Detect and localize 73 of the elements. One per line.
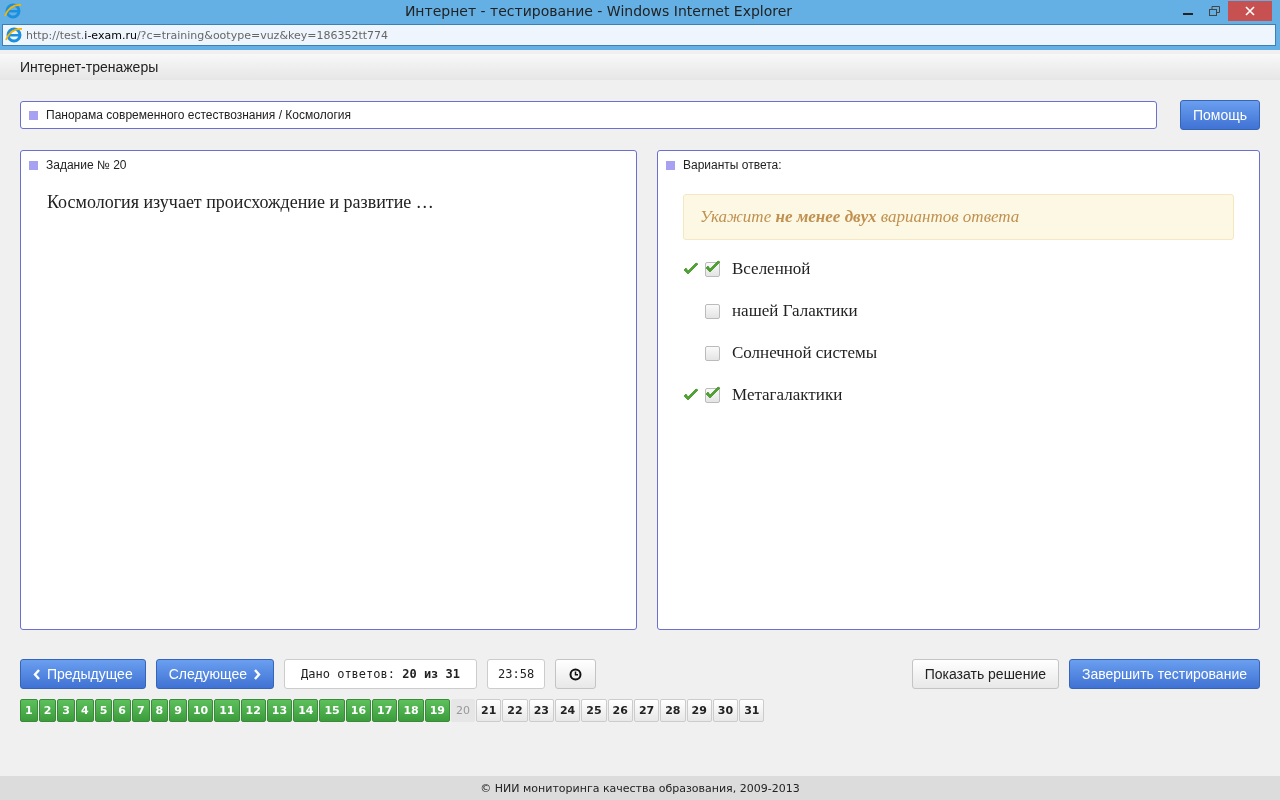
close-icon (1245, 6, 1255, 16)
page-number-button[interactable]: 31 (739, 699, 765, 722)
square-bullet-icon (666, 160, 675, 170)
page-number-button[interactable]: 2 (38, 699, 57, 722)
checkbox[interactable] (705, 387, 720, 403)
page-number-button[interactable]: 20 (451, 699, 476, 722)
page-number-button[interactable]: 25 (581, 699, 607, 722)
page-number-button[interactable]: 21 (476, 699, 502, 722)
check-icon (683, 262, 699, 276)
page-number-button[interactable]: 26 (607, 699, 633, 722)
page-number-button[interactable]: 8 (150, 699, 169, 722)
timer: 23:58 (487, 659, 546, 689)
site-title[interactable]: Интернет-тренажеры (20, 59, 159, 75)
page-number-button[interactable]: 30 (712, 699, 739, 722)
option-label[interactable]: Метагалактики (732, 385, 843, 405)
checkbox[interactable] (705, 261, 720, 277)
url-text: http://test.i-exam.ru/?c=training&ootype=vuz&key=186352tt774 (26, 28, 389, 42)
restore-icon[interactable] (1209, 6, 1220, 16)
page-number-button[interactable]: 12 (240, 699, 266, 722)
window-title: Интернет - тестирование - Windows Internet Explorer (403, 3, 794, 19)
browser-logo-icon (4, 2, 22, 20)
show-solution-button[interactable]: Показать решение (911, 659, 1059, 689)
page-number-button[interactable]: 6 (113, 699, 131, 722)
close-button[interactable] (1228, 1, 1272, 21)
page-number-button[interactable]: 1 (20, 699, 38, 722)
page-icon (5, 26, 23, 44)
checkmark-icon (705, 385, 721, 400)
chevron-right-icon (253, 668, 262, 680)
clock-icon (569, 667, 583, 681)
page-number-button[interactable]: 4 (75, 699, 94, 722)
check-icon (683, 388, 699, 402)
page-number-button[interactable]: 19 (424, 699, 451, 722)
chevron-left-icon (33, 668, 41, 680)
page-number-button[interactable]: 29 (686, 699, 712, 722)
counter-label: Дано ответов: (301, 667, 396, 681)
copyright-text: © НИИ мониторинга качества образования, 2009-2013 (480, 781, 800, 795)
page-number-button[interactable]: 24 (554, 699, 581, 722)
task-title: Задание № 20 (46, 158, 127, 172)
page-number-button[interactable]: 27 (633, 699, 660, 722)
finish-button[interactable]: Завершить тестирование (1069, 659, 1260, 689)
hint-message: Укажите не менее двух вариантов ответа (683, 194, 1234, 240)
previous-button[interactable]: Предыдущее (20, 659, 146, 689)
address-bar[interactable]: http://test.i-exam.ru/?c=training&ootype=vuz&key=186352tt774 (2, 24, 1276, 46)
clock-button[interactable] (555, 659, 597, 689)
page-number-button[interactable]: 15 (319, 699, 345, 722)
square-bullet-icon (29, 110, 38, 120)
page-number-button[interactable]: 14 (293, 699, 319, 722)
help-button[interactable]: Помощь (1179, 100, 1260, 130)
page-number-button[interactable]: 22 (502, 699, 528, 722)
counter-value: 20 из 31 (402, 667, 460, 681)
page-number-button[interactable]: 28 (660, 699, 686, 722)
breadcrumb-text: Панорама современного естествознания / Космология (46, 108, 352, 122)
page-number-button[interactable]: 23 (528, 699, 554, 722)
page-number-button[interactable]: 10 (187, 699, 214, 722)
option-label[interactable]: Солнечной системы (732, 343, 878, 363)
page-number-button[interactable]: 7 (131, 699, 150, 722)
page-number-button[interactable]: 9 (169, 699, 187, 722)
page-number-button[interactable]: 5 (94, 699, 113, 722)
page-number-button[interactable]: 13 (266, 699, 293, 722)
checkbox[interactable] (705, 345, 720, 361)
page-number-button[interactable]: 11 (214, 699, 240, 722)
page-number-button[interactable]: 17 (372, 699, 398, 722)
option-label[interactable]: Вселенной (732, 259, 811, 279)
page-number-button[interactable]: 16 (345, 699, 372, 722)
question-text: Космология изучает происхождение и развитие … (47, 192, 435, 213)
checkmark-icon (705, 259, 721, 274)
next-button[interactable]: Следующее (155, 659, 275, 689)
page-number-button[interactable]: 18 (398, 699, 424, 722)
option-label[interactable]: нашей Галактики (732, 301, 858, 321)
square-bullet-icon (29, 160, 38, 170)
checkbox[interactable] (705, 303, 720, 319)
page-number-button[interactable]: 3 (57, 699, 75, 722)
answers-title: Варианты ответа: (683, 158, 782, 172)
